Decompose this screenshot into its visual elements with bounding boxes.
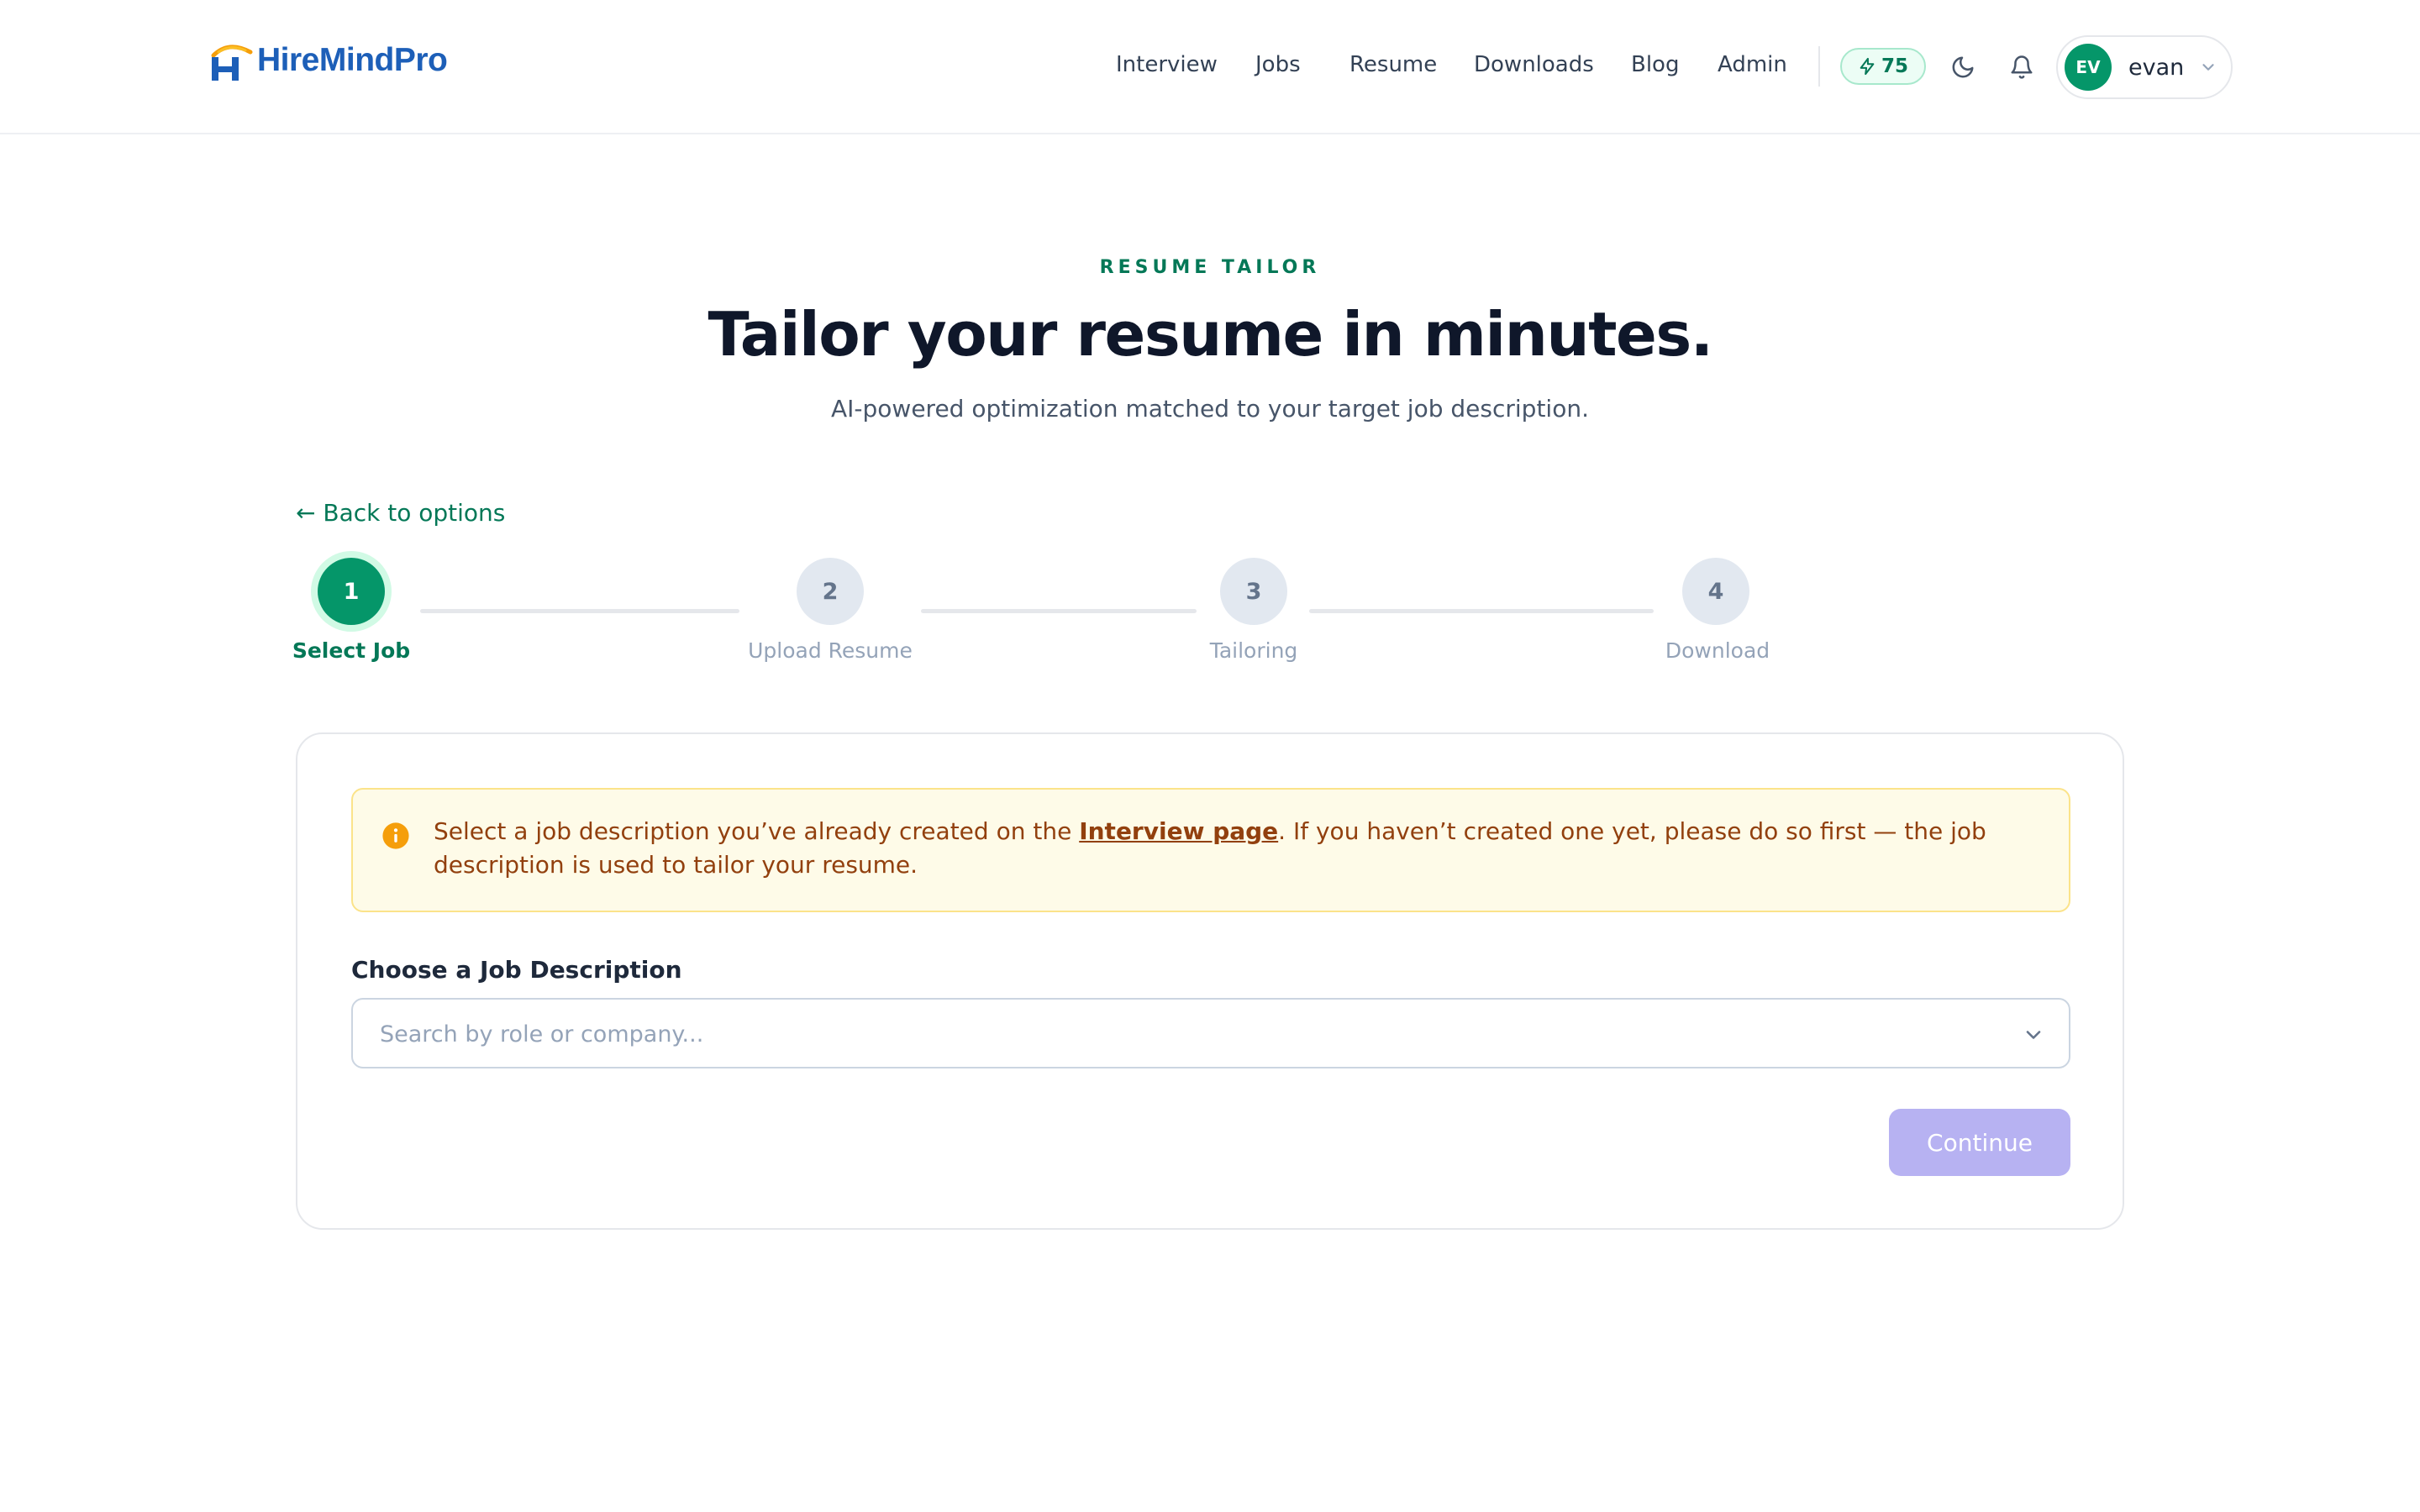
nav-link-admin[interactable]: Admin (1718, 52, 1787, 77)
user-menu-button[interactable]: EV evan (2056, 35, 2233, 99)
section-eyebrow: RESUME TAILOR (1099, 257, 1321, 278)
moon-icon (1952, 56, 1974, 78)
interview-page-link[interactable]: Interview page (1079, 817, 1278, 845)
chevron-down-icon[interactable] (2022, 1023, 2045, 1047)
user-name: evan (2128, 54, 2185, 81)
step-2-label: Upload Resume (748, 638, 913, 663)
nav-link-interview[interactable]: Interview (1116, 52, 1218, 77)
credits-count: 75 (1881, 55, 1908, 77)
top-navbar: HireMindPro Interview Jobs Resume Downlo… (0, 0, 2420, 134)
page: HireMindPro Interview Jobs Resume Downlo… (0, 0, 2420, 1512)
nav-link-jobs[interactable]: Jobs (1255, 52, 1301, 77)
job-description-label: Choose a Job Description (351, 956, 682, 984)
info-notice: Select a job description you’ve already … (351, 788, 2070, 912)
step-3-indicator: 3 (1220, 558, 1287, 625)
notice-text: Select a job description you’ve already … (434, 815, 2030, 882)
nav-link-downloads[interactable]: Downloads (1474, 52, 1594, 77)
step-4-label: Download (1665, 638, 1770, 663)
select-job-card: Select a job description you’ve already … (296, 732, 2124, 1230)
notifications-button[interactable] (2005, 50, 2039, 84)
logo-mark-icon (211, 45, 253, 81)
step-3-label: Tailoring (1209, 638, 1298, 663)
theme-toggle-button[interactable] (1946, 50, 1980, 84)
nav-link-blog[interactable]: Blog (1631, 52, 1679, 77)
step-connector (420, 609, 739, 613)
notice-text-before: Select a job description you’ve already … (434, 817, 1080, 845)
chevron-down-icon (2202, 64, 2214, 71)
page-subtitle: AI-powered optimization matched to your … (831, 395, 1589, 423)
back-to-options-link[interactable]: ← Back to options (296, 499, 505, 527)
brand-name: HireMindPro (257, 42, 448, 78)
job-description-select[interactable] (351, 998, 2070, 1068)
nav-divider (1818, 46, 1820, 87)
step-connector (921, 609, 1197, 613)
nav-link-resume[interactable]: Resume (1349, 52, 1437, 77)
step-1-label: Select Job (292, 638, 411, 663)
bell-icon (2011, 55, 2033, 79)
page-title: Tailor your resume in minutes. (708, 299, 1713, 370)
step-2-indicator: 2 (797, 558, 864, 625)
info-icon (382, 822, 409, 849)
job-search-input[interactable] (378, 1000, 1978, 1068)
step-1-indicator: 1 (318, 558, 385, 625)
credits-badge[interactable]: 75 (1840, 48, 1926, 85)
step-connector (1309, 609, 1654, 613)
brand-logo[interactable]: HireMindPro (207, 39, 448, 82)
lightning-icon (1860, 57, 1875, 76)
avatar: EV (2065, 44, 2112, 91)
step-4-indicator: 4 (1682, 558, 1749, 625)
continue-button[interactable]: Continue (1889, 1109, 2070, 1176)
